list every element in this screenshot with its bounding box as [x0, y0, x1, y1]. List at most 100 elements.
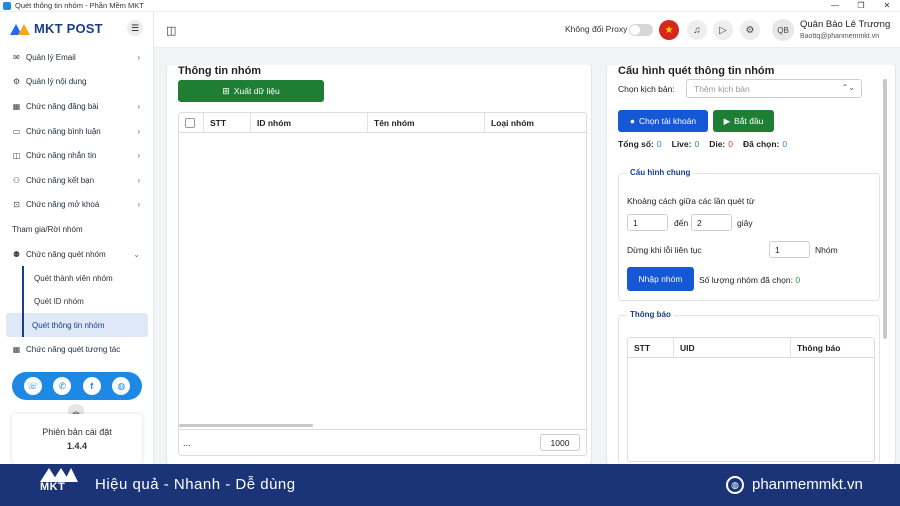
play-icon[interactable]: ▷	[713, 20, 733, 40]
banner-logo-text: MKT	[40, 481, 66, 493]
logo-icon	[10, 22, 32, 36]
account-stats: Tổng số: 0 Live: 0 Die: 0 Đã chọn: 0	[618, 139, 797, 149]
chevron-right-icon: ›	[137, 175, 140, 185]
column-header[interactable]: UID	[674, 337, 791, 358]
sidebar-item-label: Chức năng bình luận	[26, 126, 101, 136]
column-header[interactable]: ID nhóm	[251, 112, 368, 133]
avatar[interactable]: QB	[772, 19, 794, 41]
layout-toggle-icon[interactable]: ◫	[166, 24, 176, 37]
sidebar-item-label: Quản lý nội dung	[26, 77, 87, 87]
stat-total: Tổng số: 0	[618, 139, 662, 149]
sidebar-item-label: Chức năng kết bạn	[26, 175, 95, 185]
sidebar-item-label: Chức năng nhắn tin	[26, 151, 97, 161]
sidebar-item-label: Tham gia/Rời nhóm	[12, 224, 83, 234]
choose-account-button[interactable]: ● Chọn tài khoản	[618, 110, 708, 132]
interval-to-input[interactable]: 2	[691, 214, 732, 231]
stop-on-error-input[interactable]: 1	[769, 241, 810, 258]
facebook-icon[interactable]: f	[82, 377, 101, 395]
comment-icon: ▭	[12, 126, 21, 136]
table-footer: ... 1000	[179, 429, 586, 455]
column-header[interactable]: STT	[628, 337, 674, 358]
interval-from-input[interactable]: 1	[627, 214, 668, 231]
stat-selected: Đã chọn: 0	[743, 139, 788, 149]
seconds-label: giây	[737, 218, 753, 228]
minimize-button[interactable]: —	[822, 0, 848, 12]
column-header[interactable]: Loại nhóm	[485, 113, 586, 133]
version-value: 1.4.4	[66, 441, 88, 451]
support-icon[interactable]: ☏	[23, 377, 42, 395]
export-data-button[interactable]: ⊞ Xuất dữ liệu	[178, 80, 324, 102]
start-button[interactable]: ▶ Bắt đầu	[713, 110, 774, 132]
column-header[interactable]: Tên nhóm	[368, 112, 485, 133]
social-links: ☏ ✆ f ◍	[12, 372, 142, 400]
chevron-updown-icon: ⌃⌄	[841, 83, 855, 92]
main-content: Thông tin nhóm ⊞ Xuất dữ liệu STT ID nhó…	[154, 48, 900, 465]
sidebar-item-content[interactable]: ⚙ Quản lý nội dung	[0, 70, 153, 95]
promo-banner: MKT Hiệu quả - Nhanh - Dễ dùng ◍ phanmem…	[0, 464, 900, 506]
script-select[interactable]: Thêm kịch bản ⌃⌄	[686, 79, 862, 98]
language-flag-icon[interactable]: ★	[659, 20, 679, 40]
globe-icon: ◍	[726, 476, 744, 494]
window-titlebar: Quét thông tin nhóm - Phần Mềm MKT — ❐ ✕	[0, 0, 900, 12]
sidebar-item-post[interactable]: ▦ Chức năng đăng bài ›	[0, 94, 153, 119]
stat-die: Die: 0	[709, 139, 733, 149]
sidebar-item-label: Quản lý Email	[26, 52, 76, 62]
group-table: STT ID nhóm Tên nhóm Loại nhóm ... 1000	[178, 112, 587, 456]
user-name: Quân Bảo Lê Trương	[800, 19, 891, 30]
group-info-panel: Thông tin nhóm ⊞ Xuất dữ liệu STT ID nhó…	[166, 65, 592, 465]
gear-icon[interactable]: ⚙	[740, 20, 760, 40]
sidebar-subitem-scan-members[interactable]: Quét thành viên nhóm	[22, 266, 153, 290]
import-groups-button[interactable]: Nhập nhóm	[627, 267, 694, 291]
banner-slogan: Hiệu quả - Nhanh - Dễ dùng	[95, 476, 296, 493]
proxy-toggle[interactable]	[629, 24, 653, 36]
bell-icon[interactable]: ♫	[687, 20, 707, 40]
logo-text: MKT POST	[34, 21, 103, 36]
horizontal-scrollbar[interactable]	[179, 424, 313, 427]
stop-on-error-label: Dừng khi lỗi liên tục	[627, 245, 702, 255]
stat-live: Live: 0	[671, 139, 700, 149]
sidebar-item-scan-group[interactable]: ⚉ Chức năng quét nhóm ⌄	[0, 242, 153, 267]
pagination-dots: ...	[183, 438, 191, 448]
sidebar-subitem-scan-group-info[interactable]: Quét thông tin nhóm	[6, 313, 148, 337]
select-all-checkbox[interactable]	[185, 117, 195, 128]
column-header[interactable]: Thông báo	[791, 338, 874, 358]
user-icon: ●	[629, 116, 635, 126]
export-label: Xuất dữ liệu	[233, 86, 280, 96]
sidebar-item-label: Chức năng quét tương tác	[26, 344, 121, 354]
selected-groups-count: Số lượng nhóm đã chọn: 0	[699, 275, 801, 285]
panel-title: Thông tin nhóm	[178, 65, 262, 77]
messenger-icon[interactable]: ✆	[53, 377, 72, 395]
table-header: STT ID nhóm Tên nhóm Loại nhóm	[179, 112, 586, 133]
chevron-right-icon: ›	[137, 126, 140, 136]
sidebar-item-label: Chức năng mở khoá	[26, 200, 100, 210]
close-button[interactable]: ✕	[874, 0, 900, 12]
unlock-icon: ⊡	[13, 200, 20, 210]
table-header: STT UID Thông báo	[628, 337, 874, 358]
sidebar-item-comment[interactable]: ▭ Chức năng bình luận ›	[0, 119, 153, 144]
sidebar-item-email[interactable]: ✉ Quản lý Email ›	[0, 45, 153, 70]
content-icon: ⚙	[12, 77, 21, 87]
chevron-right-icon: ›	[137, 200, 140, 210]
chevron-right-icon: ›	[137, 101, 140, 111]
version-label: Phiên bản cài đặt	[42, 427, 112, 437]
sidebar-item-unlock[interactable]: ⊡ Chức năng mở khoá ›	[0, 193, 153, 218]
scan-config-panel: Cấu hình quét thông tin nhóm Chọn kịch b…	[606, 65, 896, 465]
page-size-input[interactable]: 1000	[540, 434, 580, 451]
chevron-right-icon: ›	[137, 151, 140, 161]
spreadsheet-icon: ⊞	[222, 85, 230, 96]
website-icon[interactable]: ◍	[112, 377, 131, 395]
vertical-scrollbar[interactable]	[883, 79, 887, 339]
column-header[interactable]: STT	[204, 112, 251, 133]
menu-toggle-button[interactable]: ☰	[127, 20, 143, 36]
sidebar-item-join-leave[interactable]: Tham gia/Rời nhóm	[0, 217, 153, 242]
sidebar-item-scan-interaction[interactable]: ▦ Chức năng quét tương tác	[0, 337, 153, 362]
sidebar-item-message[interactable]: ◫ Chức năng nhắn tin ›	[0, 143, 153, 168]
maximize-button[interactable]: ❐	[848, 0, 874, 12]
chevron-down-icon: ⌄	[133, 249, 140, 259]
interval-label: Khoảng cách giữa các lần quét từ	[627, 196, 755, 206]
sidebar-item-add-friend[interactable]: ⚇ Chức năng kết bạn ›	[0, 168, 153, 193]
chevron-right-icon: ›	[137, 52, 140, 62]
window-controls: — ❐ ✕	[822, 0, 900, 12]
groups-unit-label: Nhóm	[815, 245, 838, 255]
sidebar-subitem-scan-group-id[interactable]: Quét ID nhóm	[22, 289, 153, 314]
